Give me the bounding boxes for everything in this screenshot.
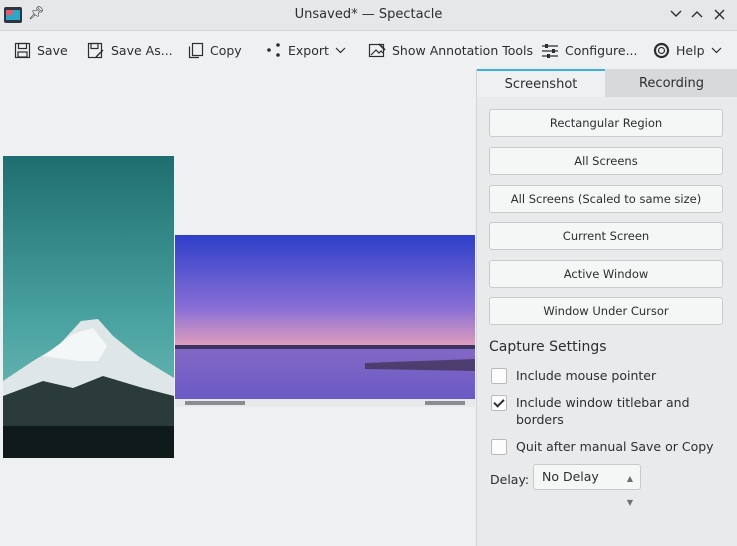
copy-label: Copy (210, 42, 242, 58)
annotate-label: Show Annotation Tools (392, 42, 534, 58)
configure-icon (542, 43, 558, 58)
delay-spinbox[interactable]: No Delay ▲ ▼ (533, 464, 641, 507)
configure-label: Configure... (565, 42, 638, 58)
minimize-button[interactable] (667, 5, 685, 23)
save-as-icon (87, 42, 104, 58)
chevron-down-icon (335, 47, 346, 53)
maximize-button[interactable] (688, 5, 706, 23)
quit-after-save-option[interactable]: Quit after manual Save or Copy (491, 438, 714, 455)
spin-up-icon[interactable]: ▲ (627, 467, 633, 491)
spin-down-icon[interactable]: ▼ (627, 491, 633, 515)
export-label: Export (288, 42, 329, 58)
tab-recording[interactable]: Recording (605, 69, 737, 97)
save-as-label: Save As... (111, 42, 173, 58)
screenshot-right-screen (175, 235, 475, 407)
annotate-icon (368, 42, 386, 57)
all-screens-scaled-button[interactable]: All Screens (Scaled to same size) (489, 185, 723, 213)
main-toolbar: Save Save As... Copy Export Show Annotat… (0, 31, 737, 69)
current-screen-button[interactable]: Current Screen (489, 222, 723, 250)
save-label: Save (37, 42, 68, 58)
include-mouse-pointer-option[interactable]: Include mouse pointer (491, 367, 656, 384)
configure-button[interactable]: Configure... (541, 39, 638, 61)
rectangular-region-button[interactable]: Rectangular Region (489, 109, 723, 137)
copy-button[interactable]: Copy (188, 39, 242, 61)
chevron-down-icon (711, 47, 721, 53)
include-titlebar-option[interactable]: Include window titlebar and borders (491, 394, 691, 428)
active-window-button[interactable]: Active Window (489, 260, 723, 288)
title-bar: 📌︎ Unsaved* — Spectacle (0, 0, 737, 31)
include-mouse-pointer-checkbox[interactable] (491, 368, 507, 384)
help-menu-button[interactable]: Help (653, 39, 722, 61)
delay-spin-arrows[interactable]: ▲ ▼ (624, 467, 636, 507)
help-label: Help (676, 42, 705, 58)
close-icon (714, 9, 724, 19)
chevron-up-icon (691, 11, 703, 18)
include-titlebar-label: Include window titlebar and borders (516, 395, 690, 427)
delay-label: Delay: (490, 472, 530, 487)
include-mouse-pointer-label: Include mouse pointer (516, 368, 657, 383)
close-button[interactable] (710, 5, 728, 23)
capture-settings-heading: Capture Settings (489, 339, 607, 355)
all-screens-button[interactable]: All Screens (489, 147, 723, 175)
screenshot-left-screen (3, 156, 174, 458)
capture-tabs: Screenshot Recording (477, 69, 737, 97)
delay-value: No Delay (542, 469, 599, 484)
quit-after-save-label: Quit after manual Save or Copy (516, 439, 714, 454)
copy-icon (188, 42, 204, 58)
window-title: Unsaved* — Spectacle (294, 7, 443, 22)
help-icon (653, 42, 670, 58)
quit-after-save-checkbox[interactable] (491, 439, 507, 455)
tab-screenshot[interactable]: Screenshot (477, 69, 605, 97)
include-titlebar-checkbox[interactable] (491, 395, 507, 411)
export-menu-button[interactable]: Export (266, 39, 346, 61)
save-icon (14, 42, 31, 58)
share-icon (267, 43, 280, 57)
show-annotation-tools-button[interactable]: Show Annotation Tools (368, 39, 533, 61)
save-button[interactable]: Save (14, 39, 68, 61)
screenshot-preview[interactable] (0, 69, 476, 546)
chevron-down-icon (670, 10, 682, 17)
save-as-button[interactable]: Save As... (87, 39, 173, 61)
window-under-cursor-button[interactable]: Window Under Cursor (489, 297, 723, 325)
spectacle-window: 📌︎ Unsaved* — Spectacle Save Save As... … (0, 0, 737, 546)
capture-panel: Screenshot Recording Rectangular Region … (476, 69, 737, 546)
